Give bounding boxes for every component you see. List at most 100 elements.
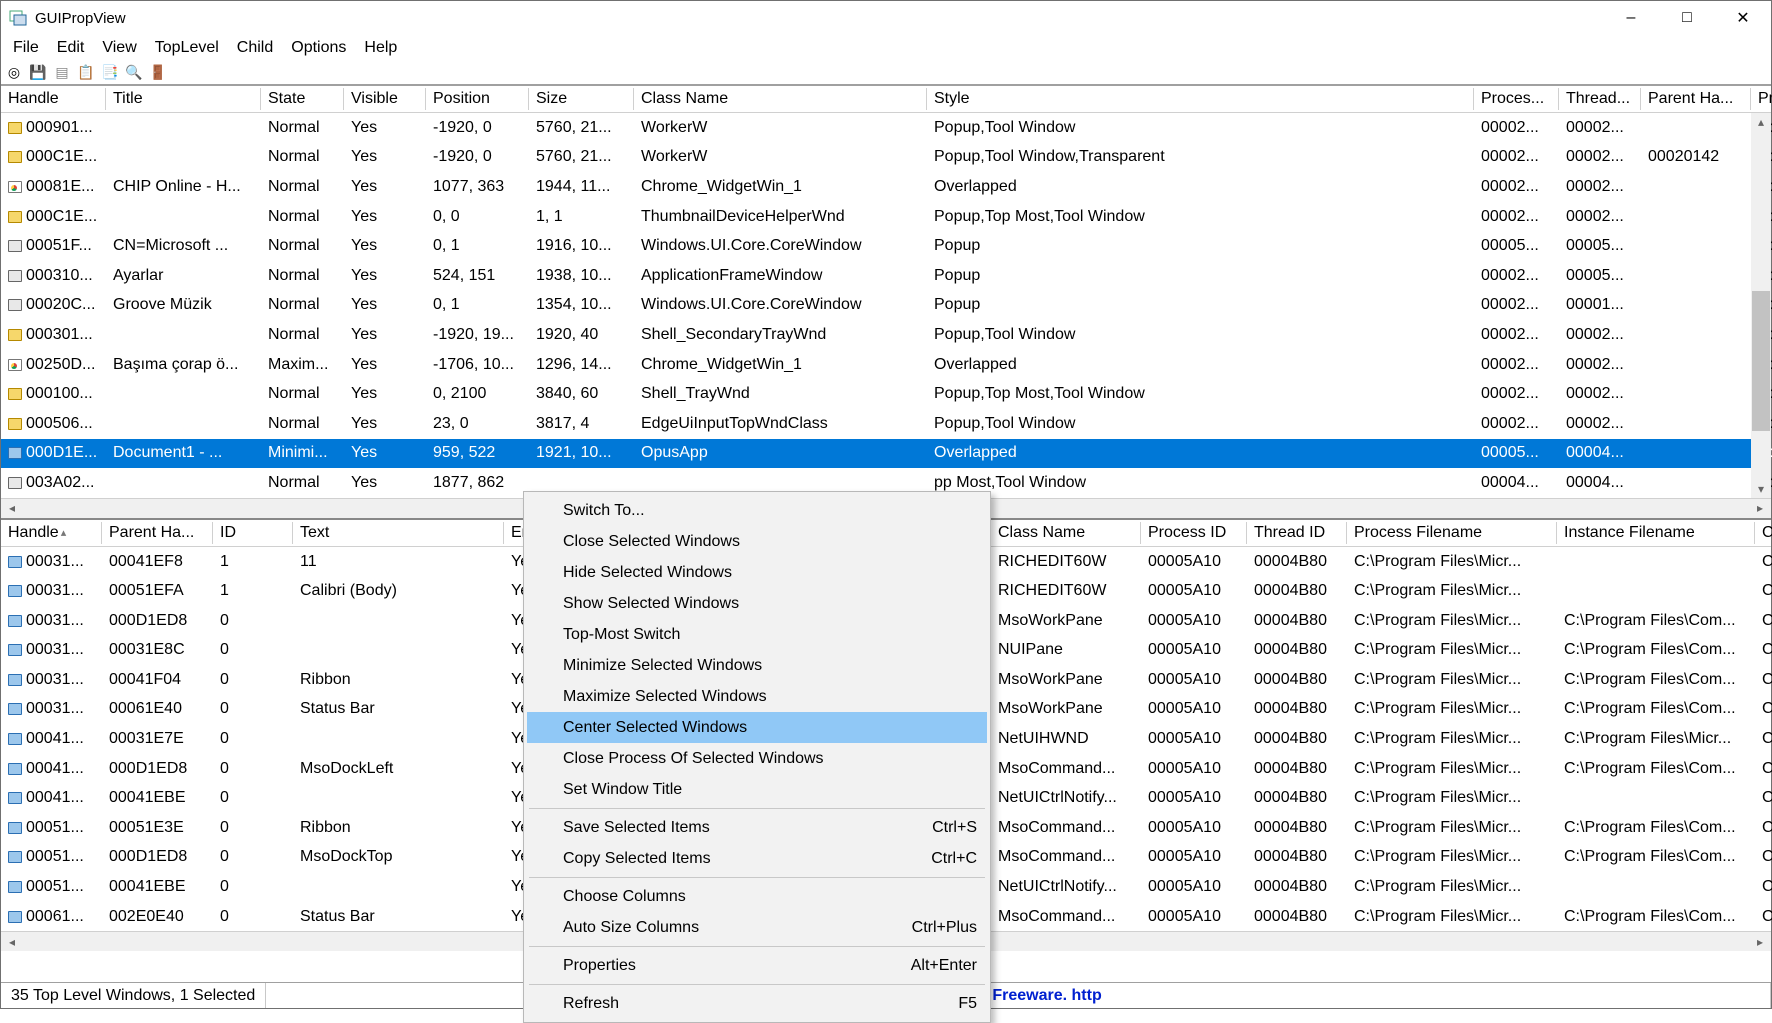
column-header[interactable]: Proce▴ xyxy=(1751,86,1772,112)
table-cell: 0 xyxy=(213,908,293,926)
table-row[interactable]: 000C1E...NormalYes-1920, 05760, 21...Wor… xyxy=(1,143,1771,173)
menu-file[interactable]: File xyxy=(5,37,47,59)
window-icon xyxy=(8,477,22,489)
table-cell: 00002... xyxy=(1474,267,1559,285)
menu-item[interactable]: Close Selected Windows xyxy=(527,526,987,557)
close-button[interactable]: ✕ xyxy=(1715,1,1771,35)
menu-item[interactable]: Center Selected Windows xyxy=(527,712,987,743)
table-row[interactable]: 000310...AyarlarNormalYes524, 1511938, 1… xyxy=(1,261,1771,291)
menubar[interactable]: FileEditViewTopLevelChildOptionsHelp xyxy=(1,35,1771,61)
top-level-windows-table[interactable]: HandleTitleStateVisiblePositionSizeClass… xyxy=(1,85,1771,518)
column-header[interactable]: Class Name xyxy=(991,520,1141,546)
column-header[interactable]: Title xyxy=(106,86,261,112)
window-icon xyxy=(8,270,22,282)
maximize-button[interactable]: □ xyxy=(1659,1,1715,35)
table-row[interactable]: 000100...NormalYes0, 21003840, 60Shell_T… xyxy=(1,379,1771,409)
menu-item[interactable]: Maximize Selected Windows xyxy=(527,681,987,712)
table-cell: C:\F xyxy=(1755,641,1772,659)
table-row[interactable]: 00250D...Başıma çorap ö...Maxim...Yes-17… xyxy=(1,350,1771,380)
column-header[interactable]: Parent Ha... xyxy=(1641,86,1751,112)
menu-child[interactable]: Child xyxy=(229,37,281,59)
table-row[interactable]: 00051F...CN=Microsoft ...NormalYes0, 119… xyxy=(1,231,1771,261)
table-cell: Popup,Tool Window xyxy=(927,119,1474,137)
table-row[interactable]: 00081E...CHIP Online - H...NormalYes1077… xyxy=(1,172,1771,202)
column-header[interactable]: Handle▴ xyxy=(1,520,102,546)
table-cell: C:\Program Files\Micr... xyxy=(1347,819,1557,837)
context-menu[interactable]: Switch To...Close Selected WindowsHide S… xyxy=(523,491,991,1023)
column-header[interactable]: Thread... xyxy=(1559,86,1641,112)
table-cell: 0 xyxy=(213,789,293,807)
table-cell: 00002... xyxy=(1559,356,1641,374)
copy-icon[interactable]: 📋 xyxy=(77,64,95,82)
target-icon[interactable]: ◎ xyxy=(5,64,23,82)
column-header[interactable]: ID xyxy=(213,520,293,546)
table-row[interactable]: 000901...NormalYes-1920, 05760, 21...Wor… xyxy=(1,113,1771,143)
find-icon[interactable]: 🔍 xyxy=(125,64,143,82)
table-row[interactable]: 000506...NormalYes23, 03817, 4EdgeUiInpu… xyxy=(1,409,1771,439)
table-cell: CHIP Online - H... xyxy=(106,178,261,196)
scroll-down-button[interactable]: ▾ xyxy=(1752,480,1770,498)
column-header[interactable]: Parent Ha... xyxy=(102,520,213,546)
table-cell: ThumbnailDeviceHelperWnd xyxy=(634,208,927,226)
column-header[interactable]: Visible xyxy=(344,86,426,112)
list-icon[interactable]: ▤ xyxy=(53,64,71,82)
column-header[interactable]: Position xyxy=(426,86,529,112)
menu-item[interactable]: RefreshF5 xyxy=(527,988,987,1019)
table-row[interactable]: 00020C...Groove MüzikNormalYes0, 11354, … xyxy=(1,291,1771,321)
column-header[interactable]: Cla xyxy=(1755,520,1772,546)
menu-item[interactable]: Choose Columns xyxy=(527,881,987,912)
column-header[interactable]: Process Filename xyxy=(1347,520,1557,546)
menu-item[interactable]: Show Selected Windows xyxy=(527,588,987,619)
column-header[interactable]: Size xyxy=(529,86,634,112)
table-row[interactable]: 000301...NormalYes-1920, 19...1920, 40Sh… xyxy=(1,320,1771,350)
table-cell: CN=Microsoft ... xyxy=(106,237,261,255)
column-header[interactable]: Thread ID xyxy=(1247,520,1347,546)
table-cell: 00002... xyxy=(1474,148,1559,166)
menu-item[interactable]: Copy Selected ItemsCtrl+C xyxy=(527,843,987,874)
menu-view[interactable]: View xyxy=(94,37,144,59)
table-row[interactable]: 000C1E...NormalYes0, 01, 1ThumbnailDevic… xyxy=(1,202,1771,232)
save-icon[interactable]: 💾 xyxy=(29,64,47,82)
scroll-thumb[interactable] xyxy=(1752,291,1770,431)
menu-options[interactable]: Options xyxy=(283,37,354,59)
menu-toplevel[interactable]: TopLevel xyxy=(147,37,227,59)
window-icon xyxy=(8,674,22,686)
window-icon xyxy=(8,585,22,597)
column-header[interactable]: Proces... xyxy=(1474,86,1559,112)
table-cell: 00041... xyxy=(1,730,102,748)
scroll-up-button[interactable]: ▴ xyxy=(1752,113,1770,131)
table-cell: C:\Program Files\Micr... xyxy=(1347,908,1557,926)
table-cell: Yes xyxy=(344,208,426,226)
table-cell: pp Most,Tool Window xyxy=(927,474,1474,492)
table-cell: 00005A10 xyxy=(1141,730,1247,748)
table-cell: ApplicationFrameWindow xyxy=(634,267,927,285)
table-cell: Ayarlar xyxy=(106,267,261,285)
menu-item[interactable]: Auto Size ColumnsCtrl+Plus xyxy=(527,912,987,943)
column-header[interactable]: Handle xyxy=(1,86,106,112)
menu-item[interactable]: Top-Most Switch xyxy=(527,619,987,650)
table-cell: 00031... xyxy=(1,582,102,600)
menu-item[interactable]: Save Selected ItemsCtrl+S xyxy=(527,812,987,843)
column-header[interactable]: Class Name xyxy=(634,86,927,112)
minimize-button[interactable]: – xyxy=(1603,1,1659,35)
menu-item[interactable]: Set Window Title xyxy=(527,774,987,805)
table-cell: 1920, 40 xyxy=(529,326,634,344)
table-cell: 00005... xyxy=(1474,237,1559,255)
menu-item[interactable]: Minimize Selected Windows xyxy=(527,650,987,681)
menu-item[interactable]: PropertiesAlt+Enter xyxy=(527,950,987,981)
table-cell: Popup,Top Most,Tool Window xyxy=(927,208,1474,226)
exit-icon[interactable]: 🚪 xyxy=(149,64,167,82)
menu-item[interactable]: Switch To... xyxy=(527,495,987,526)
column-header[interactable]: Text xyxy=(293,520,504,546)
menu-edit[interactable]: Edit xyxy=(49,37,93,59)
column-header[interactable]: Instance Filename xyxy=(1557,520,1755,546)
props-icon[interactable]: 📑 xyxy=(101,64,119,82)
menu-help[interactable]: Help xyxy=(356,37,405,59)
column-header[interactable]: Process ID xyxy=(1141,520,1247,546)
column-header[interactable]: Style xyxy=(927,86,1474,112)
column-header[interactable]: State xyxy=(261,86,344,112)
menu-item[interactable]: Close Process Of Selected Windows xyxy=(527,743,987,774)
table-row[interactable]: 000D1E...Document1 - ...Minimi...Yes959,… xyxy=(1,439,1771,469)
menu-item[interactable]: Hide Selected Windows xyxy=(527,557,987,588)
table-cell: C:\Program Files\Com... xyxy=(1557,819,1755,837)
